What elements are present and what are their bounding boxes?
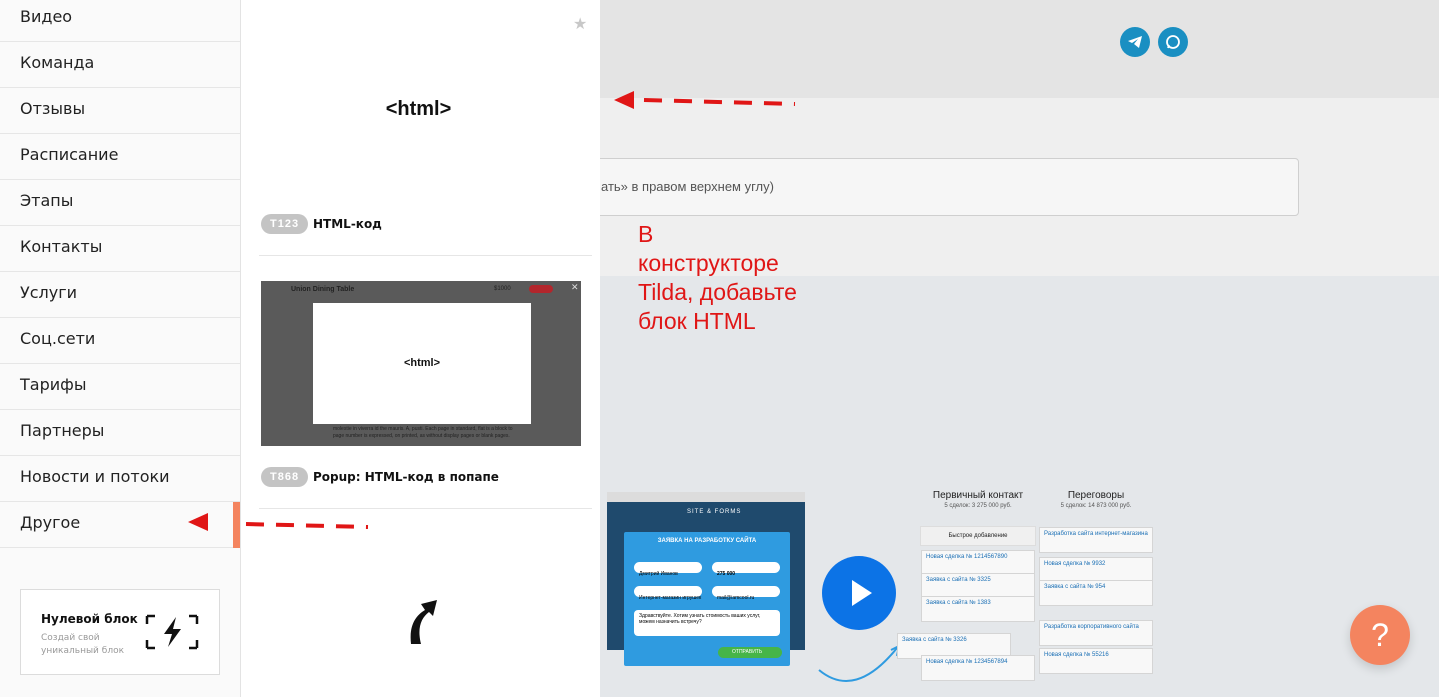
block-code-badge: T868	[261, 467, 309, 487]
category-item[interactable]: Партнеры	[0, 410, 240, 456]
help-button[interactable]: ?	[1350, 605, 1410, 665]
promo-field-company: Интернет-магазин игрушек	[634, 586, 702, 601]
crm-column-title: Первичный контакт	[932, 490, 1024, 501]
popup-window: <html>	[313, 303, 531, 424]
block-name[interactable]: HTML-код	[313, 217, 382, 231]
promo-field-name: Дмитрий Иванов	[634, 562, 702, 577]
close-icon: ✕	[571, 282, 579, 292]
crm-deal-card: Новая сделка № 55216	[1039, 648, 1153, 674]
block-name[interactable]: Popup: HTML-код в попапе	[313, 470, 499, 484]
editor-text-value: ать» в правом верхнем углу)	[601, 179, 774, 194]
category-item[interactable]: Соц.сети	[0, 318, 240, 364]
crm-deal-title: Новая сделка № 1214567890	[926, 554, 1008, 560]
crm-deal-title: Новая сделка № 1234567894	[926, 659, 1008, 665]
curved-arrow-icon	[818, 644, 901, 682]
category-item[interactable]: Видео	[0, 0, 240, 42]
zero-block-title: Нулевой блок	[41, 612, 138, 626]
crm-column-sum: 5 сделок: 14 873 000 руб.	[1060, 503, 1132, 509]
promo-site-name: SITE & FORMS	[687, 509, 742, 515]
crm-deal-title: Разработка сайта интернет-магазина	[1044, 531, 1148, 537]
crm-column-primary: Первичный контакт 5 сделок: 3 275 000 ру…	[920, 490, 1036, 546]
block-preview-html[interactable]: <html>	[241, 98, 596, 121]
promo-submit-label: ОТПРАВИТЬ	[732, 649, 763, 655]
category-item[interactable]: Команда	[0, 42, 240, 88]
promo-field-budget: 275 000	[712, 562, 780, 577]
popup-block-preview[interactable]: Union Dining Table $1000 ✕ <html> molest…	[261, 281, 581, 446]
crm-deal-title: Разработка корпоративного сайта	[1044, 624, 1139, 630]
divider	[259, 255, 592, 256]
promo-field-message: Здравствуйте. Хотим узнать стоимость ваш…	[634, 610, 780, 636]
category-item[interactable]: Контакты	[0, 226, 240, 272]
crm-deal-card: Заявка с сайта № 1383	[921, 596, 1035, 622]
category-item[interactable]: Услуги	[0, 272, 240, 318]
zero-block-card[interactable]: Нулевой блок Создай свой уникальный блок	[20, 589, 220, 675]
crm-deal-card: Новая сделка № 1234567894	[921, 655, 1035, 681]
editor-header-block	[600, 0, 1439, 98]
block-list-panel: ★ <html> T123 HTML-код Union Dining Tabl…	[241, 0, 600, 697]
crm-deal-card: Разработка сайта интернет-магазина	[1039, 527, 1153, 553]
crm-quick-add: Быстрое добавление	[920, 526, 1036, 546]
category-item[interactable]: Новости и потоки	[0, 456, 240, 502]
promo-field-text: mail@iamcool.ru	[717, 595, 755, 601]
promo-field-email: mail@iamcool.ru	[712, 586, 780, 601]
cursor-arrow-icon	[410, 600, 437, 644]
promo-field-text: 275 000	[717, 571, 736, 577]
crm-column-negotiations: Переговоры 5 сделок: 14 873 000 руб.	[1038, 490, 1154, 509]
whatsapp-icon[interactable]	[1158, 27, 1188, 57]
crm-deal-card: Заявка с сайта № 954	[1039, 580, 1153, 606]
promo-browser-bar	[607, 492, 805, 502]
lightning-icon	[145, 614, 199, 650]
promo-field-text: Дмитрий Иванов	[639, 571, 678, 577]
annotation-arrow-top	[614, 91, 796, 109]
thumb-title: Union Dining Table	[291, 286, 355, 293]
category-item[interactable]: Тарифы	[0, 364, 240, 410]
promo-field-text: Здравствуйте. Хотим узнать стоимость ваш…	[639, 613, 761, 625]
thumb-body-text: molestie in viverra id the mauris. A, pu…	[333, 426, 513, 439]
promo-submit-button: ОТПРАВИТЬ	[718, 647, 782, 658]
crm-deal-title: Заявка с сайта № 954	[1044, 584, 1106, 590]
tilda-editor: ать» в правом верхнем углу) SITE & FORMS…	[0, 0, 1439, 697]
star-icon[interactable]: ★	[573, 14, 587, 34]
crm-deal-card: Разработка корпоративного сайта	[1039, 620, 1153, 646]
category-item[interactable]: Расписание	[0, 134, 240, 180]
block-category-sidebar: Видео Команда Отзывы Расписание Этапы Контакт…	[0, 0, 241, 697]
thumb-price: $1000	[494, 286, 511, 292]
crm-deal-title: Заявка с сайта № 1383	[926, 600, 991, 606]
telegram-icon[interactable]	[1120, 27, 1150, 57]
crm-deal-title: Новая сделка № 9932	[1044, 561, 1106, 567]
crm-column-title: Переговоры	[1067, 490, 1125, 501]
annotation-text: В конструкторе Tilda, добавьте блок HTML	[638, 221, 797, 334]
category-item[interactable]: Этапы	[0, 180, 240, 226]
zero-block-subtitle: Создай свой уникальный блок	[41, 633, 125, 656]
block-code-badge: T123	[261, 214, 309, 234]
promo-field-text: Интернет-магазин игрушек	[639, 595, 702, 601]
play-video-button[interactable]	[822, 556, 896, 630]
promo-form-title: ЗАЯВКА НА РАЗРАБОТКУ САЙТА	[657, 538, 757, 544]
crm-deal-title: Новая сделка № 55216	[1044, 652, 1109, 658]
crm-deal-title: Заявка с сайта № 3325	[926, 577, 991, 583]
annotation-arrow-bottom	[188, 513, 369, 531]
category-item[interactable]: Отзывы	[0, 88, 240, 134]
divider	[259, 508, 592, 509]
crm-deal-title: Заявка с сайта № 3326	[902, 637, 967, 643]
thumb-buy-button	[529, 285, 553, 293]
crm-column-sum: 5 сделок: 3 275 000 руб.	[944, 503, 1012, 509]
promo-form: ЗАЯВКА НА РАЗРАБОТКУ САЙТА Дмитрий Ивано…	[624, 532, 790, 666]
editor-text-field[interactable]: ать» в правом верхнем углу)	[590, 158, 1299, 216]
popup-html-label: <html>	[403, 357, 441, 369]
